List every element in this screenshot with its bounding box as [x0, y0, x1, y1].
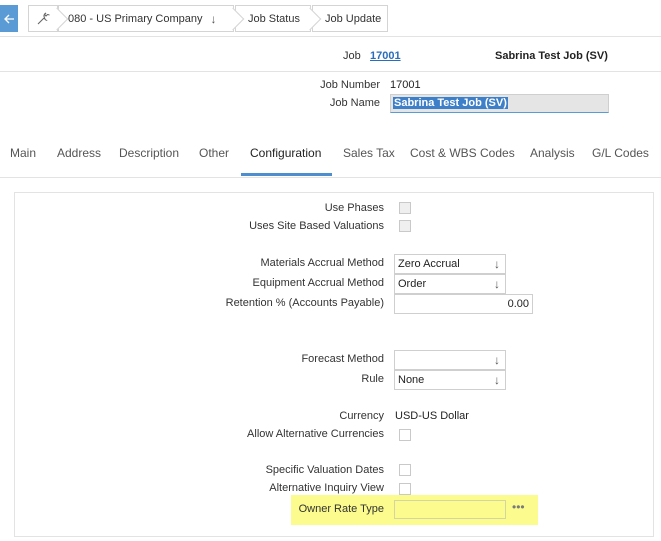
owner-rate-input[interactable]: [394, 500, 506, 519]
alt-currencies-label: Allow Alternative Currencies: [247, 428, 384, 440]
company-crumb[interactable]: 080 - US Primary Company ↓: [58, 5, 234, 32]
job-name-value: Sabrina Test Job (SV): [393, 97, 508, 109]
job-number-link[interactable]: 17001: [370, 50, 401, 62]
specific-valuation-label: Specific Valuation Dates: [265, 464, 384, 476]
arrow-down-icon: ↓: [494, 277, 500, 291]
tools-button[interactable]: [28, 5, 58, 32]
equipment-accrual-select[interactable]: Order ↓: [394, 274, 506, 294]
rule-select[interactable]: None ↓: [394, 370, 506, 390]
equipment-accrual-value: Order: [398, 278, 427, 290]
job-number-value: 17001: [390, 79, 421, 91]
rule-value: None: [398, 374, 425, 386]
job-name-field[interactable]: Sabrina Test Job (SV): [390, 94, 609, 113]
retention-label: Retention % (Accounts Payable): [225, 297, 384, 309]
rule-label: Rule: [361, 373, 384, 385]
back-button[interactable]: [0, 5, 18, 32]
tab-description[interactable]: Description: [119, 146, 179, 176]
materials-accrual-label: Materials Accrual Method: [260, 257, 385, 269]
materials-accrual-value: Zero Accrual: [398, 258, 460, 270]
forecast-method-label: Forecast Method: [301, 353, 384, 365]
owner-rate-label: Owner Rate Type: [298, 503, 384, 515]
ellipsis-icon[interactable]: •••: [512, 500, 525, 514]
tab-analysis[interactable]: Analysis: [530, 146, 575, 176]
job-name-display: Sabrina Test Job (SV): [495, 50, 608, 62]
site-valuations-checkbox[interactable]: [399, 220, 411, 232]
arrow-down-icon: ↓: [494, 353, 500, 367]
specific-valuation-checkbox[interactable]: [399, 464, 411, 476]
currency-label: Currency: [339, 410, 384, 422]
alt-inquiry-checkbox[interactable]: [399, 483, 411, 495]
job-status-label: Job Status: [248, 12, 300, 25]
retention-input[interactable]: 0.00: [394, 294, 533, 314]
tab-configuration[interactable]: Configuration: [241, 146, 332, 176]
job-update-crumb[interactable]: Job Update: [312, 5, 388, 32]
job-name-label: Job Name: [329, 97, 380, 109]
equipment-accrual-label: Equipment Accrual Method: [252, 277, 384, 289]
alt-currencies-checkbox[interactable]: [399, 429, 411, 441]
currency-value: USD-US Dollar: [395, 410, 469, 422]
tab-main[interactable]: Main: [10, 146, 36, 176]
use-phases-checkbox[interactable]: [399, 202, 411, 214]
company-label: 080 - US Primary Company: [68, 12, 203, 25]
site-valuations-label: Uses Site Based Valuations: [249, 220, 384, 232]
job-number-label: Job Number: [320, 79, 380, 91]
tab-gl-codes[interactable]: G/L Codes: [592, 146, 649, 176]
arrow-down-icon[interactable]: ↓: [211, 12, 217, 26]
arrow-down-icon: ↓: [494, 373, 500, 387]
tab-sales-tax[interactable]: Sales Tax: [343, 146, 395, 176]
arrow-left-icon: [4, 14, 14, 23]
alt-inquiry-label: Alternative Inquiry View: [269, 482, 384, 494]
job-label: Job: [343, 50, 361, 62]
wrench-icon: [37, 11, 51, 24]
tab-other[interactable]: Other: [199, 146, 229, 176]
tab-address[interactable]: Address: [57, 146, 101, 176]
tab-cost-wbs-codes[interactable]: Cost & WBS Codes: [410, 146, 515, 176]
breadcrumb: 080 - US Primary Company ↓ Job Status Jo…: [0, 0, 661, 37]
arrow-down-icon: ↓: [494, 257, 500, 271]
forecast-method-select[interactable]: ↓: [394, 350, 506, 370]
use-phases-label: Use Phases: [324, 202, 384, 214]
tab-bar: Main Address Description Other Configura…: [0, 132, 661, 178]
job-status-crumb[interactable]: Job Status: [235, 5, 311, 32]
materials-accrual-select[interactable]: Zero Accrual ↓: [394, 254, 506, 274]
job-update-label: Job Update: [325, 12, 382, 25]
job-header: Job 17001 Sabrina Test Job (SV): [0, 38, 661, 72]
